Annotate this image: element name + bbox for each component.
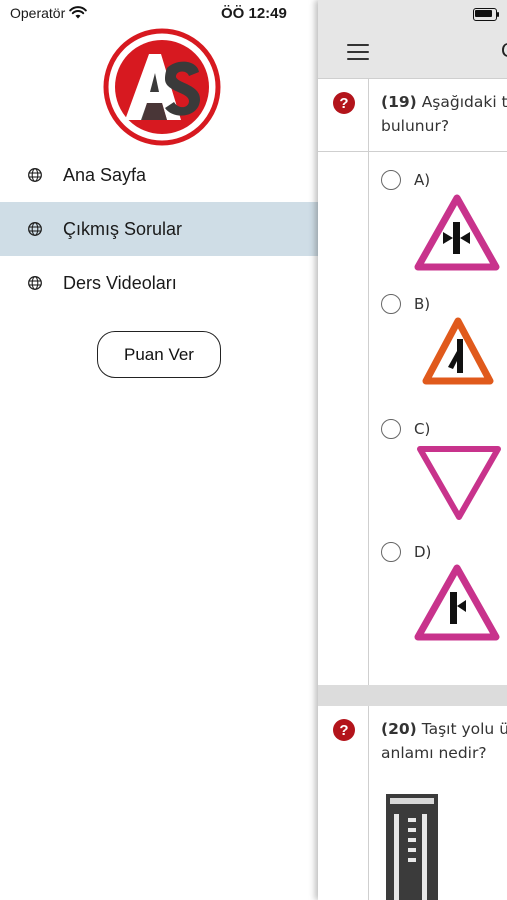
merge-right-triangle-magenta-icon xyxy=(414,564,500,641)
road-marking-image xyxy=(386,794,438,900)
globe-icon xyxy=(28,276,42,290)
option-label: B) xyxy=(414,295,431,313)
drawer-menu: Ana Sayfa Çıkmış Sorular Ders Videoları xyxy=(0,148,318,310)
battery-icon xyxy=(473,8,499,21)
question-header: ? (19) Aşağıdaki tr bulunur? xyxy=(318,79,507,152)
status-carrier: Operatör xyxy=(10,5,88,21)
yield-inverted-triangle-magenta-icon xyxy=(417,446,501,520)
question-text: (19) Aşağıdaki tr bulunur? xyxy=(381,90,507,138)
radio-button[interactable] xyxy=(381,294,401,314)
divider xyxy=(368,79,369,685)
question-number: (20) xyxy=(381,720,417,738)
rate-button[interactable]: Puan Ver xyxy=(97,331,221,378)
question-line-1: Taşıt yolu ü xyxy=(421,720,507,738)
menu-item-label: Çıkmış Sorular xyxy=(63,218,183,239)
question-line-2: bulunur? xyxy=(381,117,450,135)
top-app-bar: Ç xyxy=(318,28,507,79)
radio-button[interactable] xyxy=(381,170,401,190)
question-text: (20) Taşıt yolu ü anlamı nedir? xyxy=(381,717,507,765)
content-panel[interactable]: Ç ? (19) Aşağıdaki tr bulunur? A) B) xyxy=(318,0,507,900)
option-label: A) xyxy=(414,171,431,189)
question-number: (19) xyxy=(381,93,417,111)
menu-item-ders-videolari[interactable]: Ders Videoları xyxy=(0,256,318,310)
radio-button[interactable] xyxy=(381,542,401,562)
hamburger-menu-icon[interactable] xyxy=(347,44,369,62)
panel-status-bar xyxy=(318,0,507,28)
question-card: ? (20) Taşıt yolu ü anlamı nedir? xyxy=(318,706,507,900)
question-header: ? (20) Taşıt yolu ü anlamı nedir? xyxy=(318,706,507,778)
question-mark-icon: ? xyxy=(333,719,355,741)
option-label: D) xyxy=(414,543,432,561)
menu-item-label: Ders Videoları xyxy=(63,272,177,293)
merge-right-triangle-magenta-icon xyxy=(414,194,500,271)
question-line-2: anlamı nedir? xyxy=(381,744,487,762)
menu-item-label: Ana Sayfa xyxy=(63,164,147,185)
question-mark-icon: ? xyxy=(333,92,355,114)
menu-item-cikmis-sorular[interactable]: Çıkmış Sorular xyxy=(0,202,318,256)
radio-button[interactable] xyxy=(381,419,401,439)
carrier-label: Operatör xyxy=(10,5,66,21)
page-title: Ç xyxy=(501,40,507,63)
globe-icon xyxy=(28,168,42,182)
app-logo xyxy=(103,28,221,146)
wifi-icon xyxy=(69,6,88,19)
status-time: ÖÖ 12:49 xyxy=(221,5,287,22)
globe-icon xyxy=(28,222,42,236)
question-line-1: Aşağıdaki tr xyxy=(421,93,507,111)
navigation-drawer: Operatör ÖÖ 12:49 Ana Sayfa Çıkmış Sorul… xyxy=(0,0,318,900)
merge-left-triangle-orange-icon xyxy=(422,317,494,385)
menu-item-ana-sayfa[interactable]: Ana Sayfa xyxy=(0,148,318,202)
question-card: ? (19) Aşağıdaki tr bulunur? A) B) C) D) xyxy=(318,79,507,685)
option-label: C) xyxy=(414,420,431,438)
